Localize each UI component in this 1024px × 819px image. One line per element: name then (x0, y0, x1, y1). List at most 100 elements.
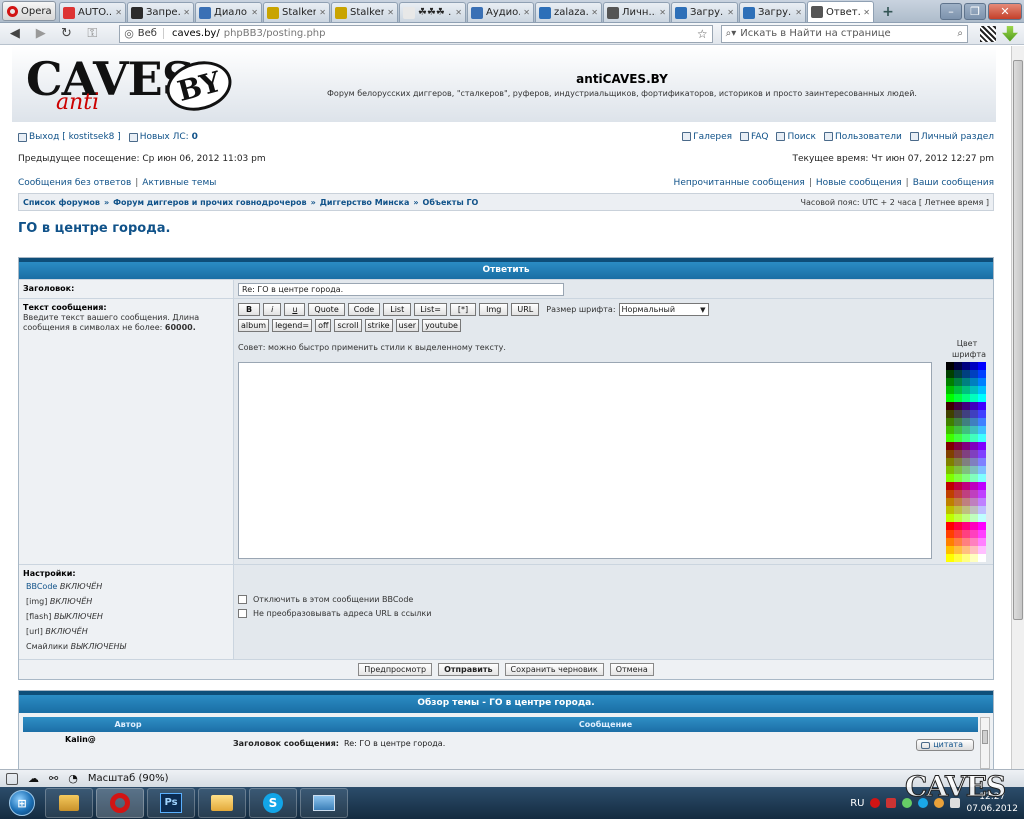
unanswered-posts-link[interactable]: Сообщения без ответов (18, 178, 131, 188)
topic-review-scroll-thumb[interactable] (982, 730, 988, 744)
color-swatch[interactable] (946, 386, 954, 394)
color-swatch[interactable] (954, 466, 962, 474)
color-swatch[interactable] (954, 402, 962, 410)
color-swatch[interactable] (954, 394, 962, 402)
browser-tab[interactable]: Stalker...✕ (263, 2, 330, 22)
submit-button[interactable]: Отправить (438, 663, 499, 676)
color-swatch[interactable] (978, 554, 986, 562)
volume-icon[interactable] (886, 798, 897, 808)
tab-close-icon[interactable]: ✕ (455, 8, 462, 17)
color-swatch[interactable] (954, 506, 962, 514)
color-swatch[interactable] (962, 370, 970, 378)
color-swatch[interactable] (962, 442, 970, 450)
color-swatch[interactable] (946, 522, 954, 530)
browser-tab[interactable]: Загру...✕ (739, 2, 806, 22)
color-swatch[interactable] (978, 370, 986, 378)
browser-tab[interactable]: Диало...✕ (195, 2, 262, 22)
color-swatch[interactable] (970, 450, 978, 458)
share-icon[interactable]: ⚯ (49, 772, 58, 785)
color-swatch[interactable] (978, 362, 986, 370)
bbcode-scroll-button[interactable]: scroll (334, 319, 362, 332)
color-swatch[interactable] (962, 538, 970, 546)
tab-close-icon[interactable]: ✕ (115, 8, 122, 17)
color-swatch[interactable] (978, 458, 986, 466)
color-swatch[interactable] (954, 458, 962, 466)
color-swatch[interactable] (970, 506, 978, 514)
color-swatch[interactable] (954, 410, 962, 418)
color-swatch[interactable] (978, 466, 986, 474)
bbcode-italic-button[interactable]: i (263, 303, 282, 316)
restore-button[interactable]: ❐ (964, 2, 986, 20)
color-swatch[interactable] (946, 490, 954, 498)
close-window-button[interactable]: ✕ (988, 2, 1022, 20)
color-swatch[interactable] (978, 450, 986, 458)
color-swatch[interactable] (954, 546, 962, 554)
search-go-icon[interactable]: ⌕ (957, 28, 963, 39)
browser-tab[interactable]: Ответ...✕ (807, 1, 874, 22)
bbcode-code-button[interactable]: Code (347, 303, 381, 316)
color-swatch[interactable] (962, 474, 970, 482)
color-swatch[interactable] (970, 498, 978, 506)
color-swatch[interactable] (946, 410, 954, 418)
color-swatch[interactable] (970, 522, 978, 530)
color-swatch[interactable] (978, 522, 986, 530)
page-title[interactable]: ГО в центре города. (18, 221, 170, 236)
new-posts-link[interactable]: Новые сообщения (816, 178, 902, 188)
color-swatch[interactable] (970, 418, 978, 426)
unite-cloud-icon[interactable]: ☁ (28, 772, 39, 785)
site-logo[interactable]: CAVES anti BY (26, 52, 238, 118)
color-swatch[interactable] (946, 546, 954, 554)
color-swatch[interactable] (946, 370, 954, 378)
color-swatch[interactable] (978, 546, 986, 554)
color-swatch[interactable] (978, 490, 986, 498)
disable-bbcode-checkbox[interactable] (238, 595, 247, 604)
color-swatch[interactable] (946, 538, 954, 546)
tab-close-icon[interactable]: ✕ (251, 8, 258, 17)
review-post-author[interactable]: Kalin@ (23, 732, 233, 760)
browser-tab[interactable]: zalaza...✕ (535, 2, 602, 22)
preview-button[interactable]: Предпросмотр (358, 663, 433, 676)
disable-urls-option[interactable]: Не преобразовывать адреса URL в ссылки (238, 609, 989, 618)
color-swatch[interactable] (970, 490, 978, 498)
color-swatch[interactable] (962, 434, 970, 442)
color-swatch[interactable] (946, 458, 954, 466)
browser-tab[interactable]: Аудио...✕ (467, 2, 534, 22)
bbcode-list-ordered-button[interactable]: List= (414, 303, 447, 316)
color-swatch[interactable] (946, 434, 954, 442)
new-pm-link[interactable]: Новых ЛС: 0 (140, 132, 198, 142)
user-cp-link[interactable]: Личный раздел (921, 132, 994, 142)
breadcrumb-forum[interactable]: Форум диггеров и прочих говнодрочеров (113, 198, 306, 207)
bbcode-user-button[interactable]: user (395, 319, 420, 332)
color-swatch[interactable] (970, 442, 978, 450)
color-swatch[interactable] (978, 418, 986, 426)
taskbar-image-viewer-app[interactable] (300, 788, 348, 818)
color-swatch[interactable] (946, 506, 954, 514)
color-swatch[interactable] (954, 514, 962, 522)
bookmark-star-icon[interactable]: ☆ (697, 27, 708, 41)
taskbar-explorer-app[interactable] (45, 788, 93, 818)
color-swatch[interactable] (946, 442, 954, 450)
breadcrumb-subforum[interactable]: Диггерство Минска (320, 198, 410, 207)
tab-close-icon[interactable]: ✕ (727, 8, 734, 17)
tab-close-icon[interactable]: ✕ (795, 8, 802, 17)
reload-button[interactable]: ↻ (58, 25, 76, 43)
forward-button[interactable]: ▶ (32, 25, 50, 43)
color-swatch[interactable] (970, 394, 978, 402)
search-input[interactable]: ⌕▾ Искать в Найти на странице ⌕ (720, 24, 968, 43)
color-swatch[interactable] (954, 554, 962, 562)
bbcode-url-button[interactable]: URL (511, 303, 540, 316)
color-swatch[interactable] (970, 554, 978, 562)
breadcrumb-forum-index[interactable]: Список форумов (23, 198, 100, 207)
color-swatch[interactable] (946, 474, 954, 482)
color-swatch[interactable] (962, 514, 970, 522)
color-swatch[interactable] (970, 370, 978, 378)
message-textarea[interactable] (238, 362, 932, 559)
color-swatch[interactable] (970, 514, 978, 522)
taskbar-skype-app[interactable]: S (249, 788, 297, 818)
color-swatch[interactable] (962, 362, 970, 370)
color-swatch[interactable] (954, 482, 962, 490)
color-swatch[interactable] (970, 482, 978, 490)
tab-close-icon[interactable]: ✕ (591, 8, 598, 17)
color-swatch[interactable] (954, 498, 962, 506)
color-swatch[interactable] (954, 538, 962, 546)
